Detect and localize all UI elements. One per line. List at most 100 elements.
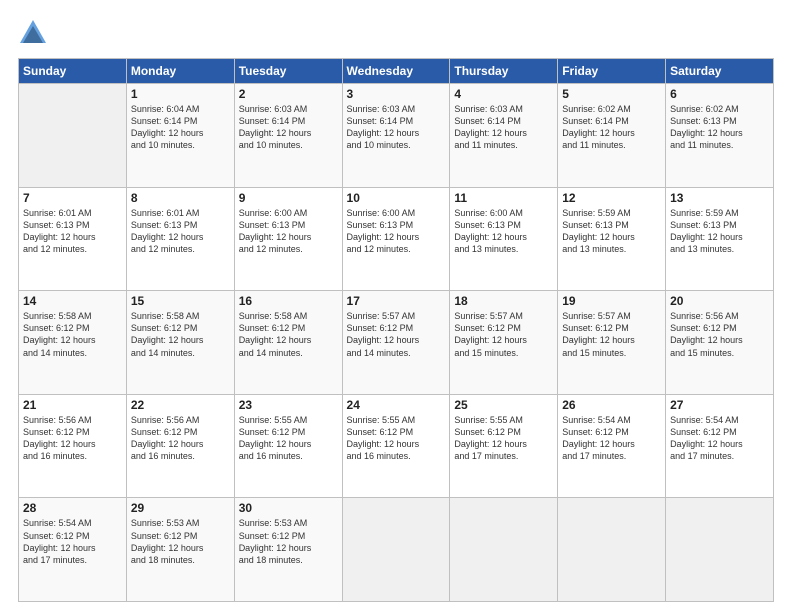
day-number: 12	[562, 191, 661, 205]
calendar-cell: 12Sunrise: 5:59 AM Sunset: 6:13 PM Dayli…	[558, 187, 666, 291]
calendar-cell: 3 Sunrise: 6:03 AM Sunset: 6:14 PM Daylig…	[342, 84, 450, 188]
logo-icon	[18, 18, 48, 48]
weekday-header-monday: Monday	[126, 59, 234, 84]
day-info: Sunrise: 6:01 AM Sunset: 6:13 PM Dayligh…	[23, 207, 122, 256]
day-info: Sunrise: 6:01 AM Sunset: 6:13 PM Dayligh…	[131, 207, 230, 256]
day-number: 26	[562, 398, 661, 412]
weekday-header-thursday: Thursday	[450, 59, 558, 84]
calendar-cell: 10 Sunrise: 6:00 AM Sunset: 6:13 PM Dayli…	[342, 187, 450, 291]
week-row-1: 1 Sunrise: 6:04 AM Sunset: 6:14 PM Daylig…	[19, 84, 774, 188]
day-number: 20	[670, 294, 769, 308]
day-number: 7	[23, 191, 122, 205]
day-number: 22	[131, 398, 230, 412]
header	[18, 18, 774, 48]
day-number: 29	[131, 501, 230, 515]
day-info: Sunrise: 5:58 AM Sunset: 6:12 PM Dayligh…	[239, 310, 338, 359]
day-info: Sunrise: 6:03 AM Sunset: 6:14 PM Dayligh…	[239, 103, 338, 152]
calendar-cell: 7 Sunrise: 6:01 AM Sunset: 6:13 PM Daylig…	[19, 187, 127, 291]
calendar-cell: 17Sunrise: 5:57 AM Sunset: 6:12 PM Dayli…	[342, 291, 450, 395]
weekday-header-sunday: Sunday	[19, 59, 127, 84]
calendar-cell: 26 Sunrise: 5:54 AM Sunset: 6:12 PM Dayli…	[558, 394, 666, 498]
calendar-cell	[19, 84, 127, 188]
calendar-cell: 20 Sunrise: 5:56 AM Sunset: 6:12 PM Dayli…	[666, 291, 774, 395]
weekday-header-saturday: Saturday	[666, 59, 774, 84]
day-number: 14	[23, 294, 122, 308]
page: SundayMondayTuesdayWednesdayThursdayFrid…	[0, 0, 792, 612]
week-row-4: 21 Sunrise: 5:56 AM Sunset: 6:12 PM Dayli…	[19, 394, 774, 498]
logo	[18, 18, 52, 48]
calendar-cell: 8 Sunrise: 6:01 AM Sunset: 6:13 PM Daylig…	[126, 187, 234, 291]
calendar-cell: 5Sunrise: 6:02 AM Sunset: 6:14 PM Daylig…	[558, 84, 666, 188]
day-number: 25	[454, 398, 553, 412]
calendar-cell: 27 Sunrise: 5:54 AM Sunset: 6:12 PM Dayli…	[666, 394, 774, 498]
calendar-cell: 16 Sunrise: 5:58 AM Sunset: 6:12 PM Dayli…	[234, 291, 342, 395]
day-info: Sunrise: 5:54 AM Sunset: 6:12 PM Dayligh…	[562, 414, 661, 463]
day-number: 27	[670, 398, 769, 412]
day-number: 28	[23, 501, 122, 515]
day-number: 9	[239, 191, 338, 205]
day-info: Sunrise: 6:04 AM Sunset: 6:14 PM Dayligh…	[131, 103, 230, 152]
day-number: 10	[347, 191, 446, 205]
calendar-cell: 28 Sunrise: 5:54 AM Sunset: 6:12 PM Dayli…	[19, 498, 127, 602]
calendar-cell: 25Sunrise: 5:55 AM Sunset: 6:12 PM Dayli…	[450, 394, 558, 498]
day-number: 2	[239, 87, 338, 101]
week-row-5: 28 Sunrise: 5:54 AM Sunset: 6:12 PM Dayli…	[19, 498, 774, 602]
calendar-cell: 13Sunrise: 5:59 AM Sunset: 6:13 PM Dayli…	[666, 187, 774, 291]
calendar-cell: 9 Sunrise: 6:00 AM Sunset: 6:13 PM Daylig…	[234, 187, 342, 291]
calendar-cell: 19Sunrise: 5:57 AM Sunset: 6:12 PM Dayli…	[558, 291, 666, 395]
day-number: 13	[670, 191, 769, 205]
day-info: Sunrise: 5:53 AM Sunset: 6:12 PM Dayligh…	[239, 517, 338, 566]
day-info: Sunrise: 5:54 AM Sunset: 6:12 PM Dayligh…	[670, 414, 769, 463]
calendar-cell	[558, 498, 666, 602]
day-info: Sunrise: 5:58 AM Sunset: 6:12 PM Dayligh…	[23, 310, 122, 359]
day-info: Sunrise: 5:56 AM Sunset: 6:12 PM Dayligh…	[131, 414, 230, 463]
calendar-cell: 23Sunrise: 5:55 AM Sunset: 6:12 PM Dayli…	[234, 394, 342, 498]
calendar-cell: 2 Sunrise: 6:03 AM Sunset: 6:14 PM Daylig…	[234, 84, 342, 188]
day-number: 19	[562, 294, 661, 308]
calendar-cell	[450, 498, 558, 602]
day-info: Sunrise: 5:53 AM Sunset: 6:12 PM Dayligh…	[131, 517, 230, 566]
day-number: 1	[131, 87, 230, 101]
day-info: Sunrise: 5:54 AM Sunset: 6:12 PM Dayligh…	[23, 517, 122, 566]
day-info: Sunrise: 5:57 AM Sunset: 6:12 PM Dayligh…	[347, 310, 446, 359]
weekday-header-friday: Friday	[558, 59, 666, 84]
day-info: Sunrise: 5:56 AM Sunset: 6:12 PM Dayligh…	[23, 414, 122, 463]
day-number: 8	[131, 191, 230, 205]
day-number: 24	[347, 398, 446, 412]
day-info: Sunrise: 6:03 AM Sunset: 6:14 PM Dayligh…	[347, 103, 446, 152]
calendar-cell: 24 Sunrise: 5:55 AM Sunset: 6:12 PM Dayli…	[342, 394, 450, 498]
day-info: Sunrise: 6:00 AM Sunset: 6:13 PM Dayligh…	[347, 207, 446, 256]
day-info: Sunrise: 6:03 AM Sunset: 6:14 PM Dayligh…	[454, 103, 553, 152]
day-number: 16	[239, 294, 338, 308]
calendar-cell: 15Sunrise: 5:58 AM Sunset: 6:12 PM Dayli…	[126, 291, 234, 395]
calendar-cell: 29 Sunrise: 5:53 AM Sunset: 6:12 PM Dayli…	[126, 498, 234, 602]
day-number: 30	[239, 501, 338, 515]
day-info: Sunrise: 5:55 AM Sunset: 6:12 PM Dayligh…	[347, 414, 446, 463]
calendar-cell: 4 Sunrise: 6:03 AM Sunset: 6:14 PM Daylig…	[450, 84, 558, 188]
day-number: 11	[454, 191, 553, 205]
day-info: Sunrise: 5:55 AM Sunset: 6:12 PM Dayligh…	[239, 414, 338, 463]
calendar-cell: 14 Sunrise: 5:58 AM Sunset: 6:12 PM Dayli…	[19, 291, 127, 395]
calendar-cell: 18 Sunrise: 5:57 AM Sunset: 6:12 PM Dayli…	[450, 291, 558, 395]
day-info: Sunrise: 5:57 AM Sunset: 6:12 PM Dayligh…	[454, 310, 553, 359]
weekday-header-wednesday: Wednesday	[342, 59, 450, 84]
day-number: 6	[670, 87, 769, 101]
day-number: 21	[23, 398, 122, 412]
week-row-3: 14 Sunrise: 5:58 AM Sunset: 6:12 PM Dayli…	[19, 291, 774, 395]
day-number: 4	[454, 87, 553, 101]
calendar-cell: 6Sunrise: 6:02 AM Sunset: 6:13 PM Daylig…	[666, 84, 774, 188]
day-info: Sunrise: 6:00 AM Sunset: 6:13 PM Dayligh…	[239, 207, 338, 256]
calendar-cell: 11 Sunrise: 6:00 AM Sunset: 6:13 PM Dayli…	[450, 187, 558, 291]
calendar-cell: 22 Sunrise: 5:56 AM Sunset: 6:12 PM Dayli…	[126, 394, 234, 498]
week-row-2: 7 Sunrise: 6:01 AM Sunset: 6:13 PM Daylig…	[19, 187, 774, 291]
day-info: Sunrise: 6:00 AM Sunset: 6:13 PM Dayligh…	[454, 207, 553, 256]
day-info: Sunrise: 5:56 AM Sunset: 6:12 PM Dayligh…	[670, 310, 769, 359]
calendar-cell	[342, 498, 450, 602]
calendar-cell	[666, 498, 774, 602]
day-number: 18	[454, 294, 553, 308]
calendar-cell: 1 Sunrise: 6:04 AM Sunset: 6:14 PM Daylig…	[126, 84, 234, 188]
calendar-table: SundayMondayTuesdayWednesdayThursdayFrid…	[18, 58, 774, 602]
calendar-cell: 30 Sunrise: 5:53 AM Sunset: 6:12 PM Dayli…	[234, 498, 342, 602]
day-number: 3	[347, 87, 446, 101]
weekday-header-row: SundayMondayTuesdayWednesdayThursdayFrid…	[19, 59, 774, 84]
